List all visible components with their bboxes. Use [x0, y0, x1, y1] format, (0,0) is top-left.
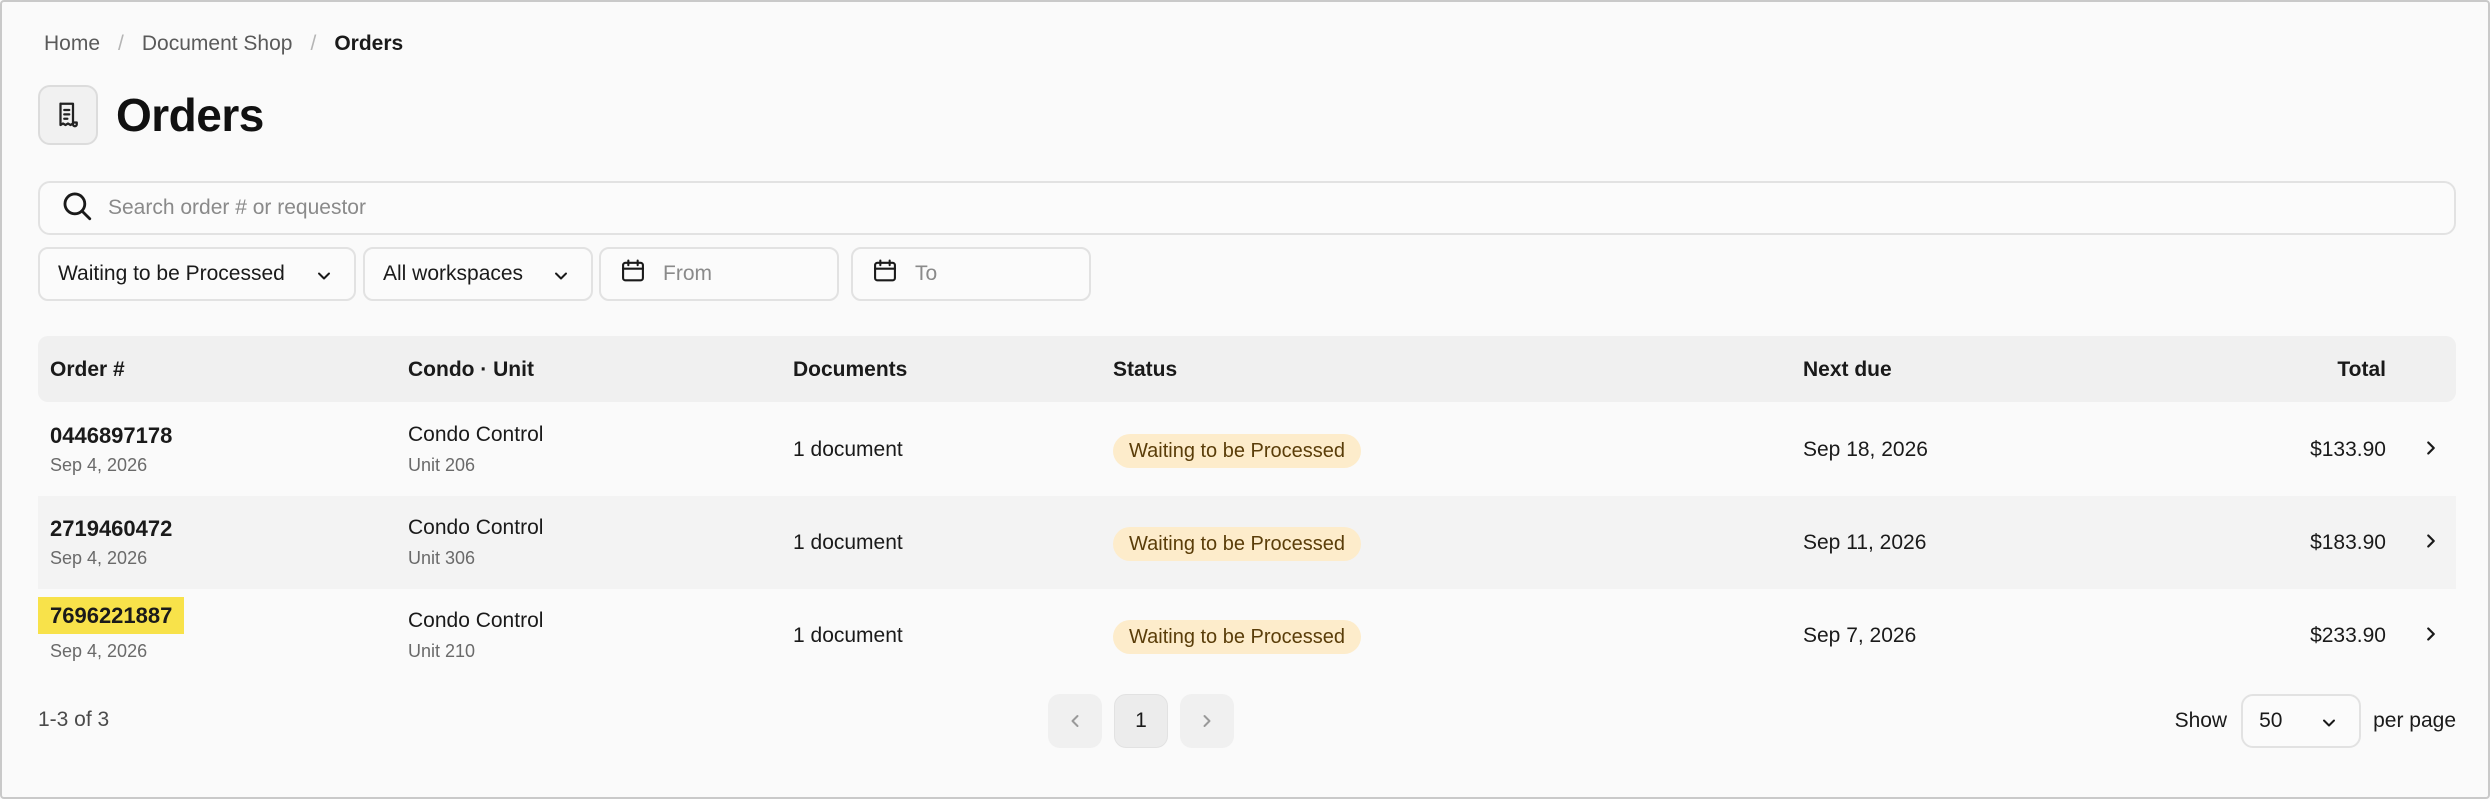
- order-date: Sep 4, 2026: [50, 455, 148, 475]
- show-label: Show: [2174, 709, 2228, 732]
- unit-label: Unit 206: [408, 455, 476, 475]
- workspace-filter-dropdown[interactable]: All workspaces: [363, 247, 593, 301]
- table-row[interactable]: 7696221887 Sep 4, 2026 Condo Control Uni…: [38, 589, 2456, 682]
- column-header-condo-unit[interactable]: Condo · Unit: [408, 358, 534, 382]
- chevron-down-icon: [2319, 713, 2339, 739]
- order-total: $133.90: [2310, 438, 2386, 461]
- status-badge: Waiting to be Processed: [1113, 620, 1362, 654]
- table-header: Order # Condo · Unit Documents Status Ne…: [38, 336, 2456, 402]
- breadcrumb-separator: /: [118, 32, 124, 55]
- chevron-right-icon[interactable]: [2420, 437, 2442, 464]
- page-1-button[interactable]: 1: [1114, 694, 1168, 748]
- column-header-status[interactable]: Status: [1113, 358, 1177, 382]
- breadcrumb-current: Orders: [334, 32, 404, 55]
- order-number[interactable]: 0446897178: [50, 423, 172, 449]
- per-page-control: Show 50 per page: [2175, 694, 2456, 748]
- next-due-date: Sep 7, 2026: [1803, 624, 1917, 647]
- unit-label: Unit 210: [408, 641, 476, 661]
- workspace-filter-value: All workspaces: [383, 262, 524, 285]
- per-page-label: per page: [2373, 709, 2456, 732]
- status-badge: Waiting to be Processed: [1113, 527, 1362, 561]
- per-page-value: 50: [2259, 709, 2283, 732]
- receipt-icon: [38, 85, 98, 145]
- order-number[interactable]: 2719460472: [50, 516, 172, 542]
- previous-page-button[interactable]: [1048, 694, 1102, 748]
- order-number-highlight: 7696221887: [38, 597, 185, 634]
- chevron-down-icon: [551, 266, 571, 292]
- status-filter-value: Waiting to be Processed: [58, 262, 285, 285]
- search-bar[interactable]: [38, 181, 2456, 235]
- next-due-date: Sep 11, 2026: [1803, 531, 1927, 554]
- next-due-date: Sep 18, 2026: [1803, 438, 1928, 461]
- order-total: $233.90: [2310, 624, 2386, 647]
- from-date-placeholder: From: [663, 262, 712, 285]
- breadcrumb-separator: /: [310, 32, 317, 55]
- table-row[interactable]: 2719460472 Sep 4, 2026 Condo Control Uni…: [38, 496, 2456, 589]
- column-header-order[interactable]: Order #: [50, 358, 125, 382]
- status-filter-dropdown[interactable]: Waiting to be Processed: [38, 247, 356, 301]
- chevron-down-icon: [314, 266, 334, 292]
- column-header-next-due[interactable]: Next due: [1803, 358, 1892, 382]
- search-input[interactable]: [108, 196, 2308, 220]
- order-number[interactable]: 7696221887: [38, 597, 185, 634]
- chevron-right-icon[interactable]: [2420, 623, 2442, 650]
- per-page-select[interactable]: 50: [2241, 694, 2362, 748]
- table-row[interactable]: 0446897178 Sep 4, 2026 Condo Control Uni…: [38, 403, 2456, 496]
- order-date: Sep 4, 2026: [50, 641, 148, 661]
- next-page-button[interactable]: [1180, 694, 1234, 748]
- search-icon: [60, 189, 94, 228]
- to-date-field[interactable]: To: [851, 247, 1091, 301]
- unit-label: Unit 306: [408, 548, 476, 568]
- order-date: Sep 4, 2026: [50, 548, 148, 568]
- column-header-documents[interactable]: Documents: [793, 358, 907, 382]
- breadcrumb-home[interactable]: Home: [44, 32, 100, 56]
- condo-name: Condo Control: [408, 423, 544, 446]
- page-header: Orders: [38, 85, 264, 145]
- breadcrumb: Home / Document Shop / Orders: [44, 32, 403, 56]
- breadcrumb-document-shop[interactable]: Document Shop: [142, 32, 293, 56]
- document-count: 1 document: [793, 624, 903, 647]
- order-total: $183.90: [2310, 531, 2386, 554]
- from-date-field[interactable]: From: [599, 247, 839, 301]
- document-count: 1 document: [793, 531, 903, 554]
- to-date-placeholder: To: [915, 262, 938, 285]
- condo-name: Condo Control: [408, 609, 544, 632]
- page-title: Orders: [116, 89, 264, 141]
- pagination: 1: [1048, 694, 1246, 748]
- chevron-left-icon: [1071, 715, 1079, 727]
- calendar-icon: [871, 257, 899, 291]
- chevron-right-icon[interactable]: [2420, 530, 2442, 557]
- chevron-right-icon: [1203, 715, 1211, 727]
- document-count: 1 document: [793, 438, 903, 461]
- status-badge: Waiting to be Processed: [1113, 434, 1362, 468]
- results-count: 1-3 of 3: [38, 708, 110, 731]
- column-header-total[interactable]: Total: [2337, 358, 2386, 382]
- condo-name: Condo Control: [408, 516, 544, 539]
- calendar-icon: [619, 257, 647, 291]
